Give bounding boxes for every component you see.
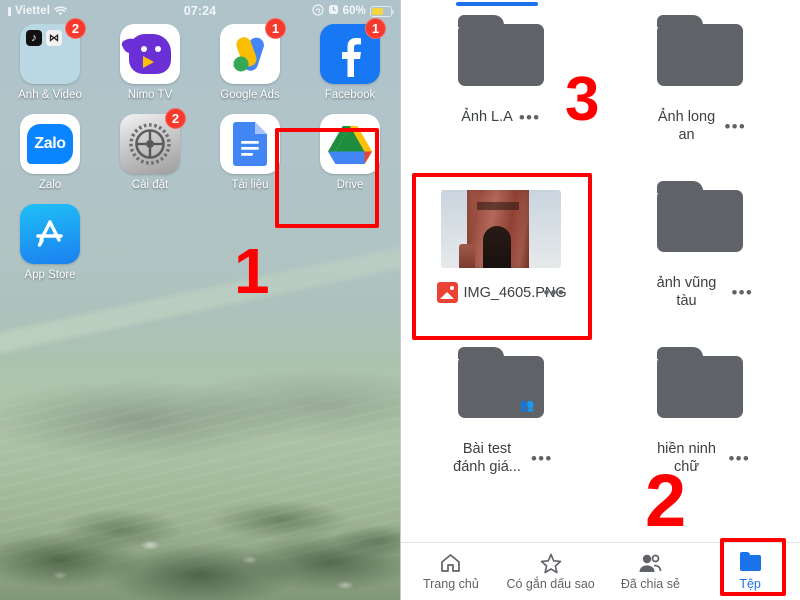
drive-file-grid: Ảnh L.A ••• Ảnh long an ••• IMG_4605.PNG… xyxy=(401,12,800,510)
app-anh-video[interactable]: ♪ ⋈ 2 Ảnh & Video xyxy=(0,18,100,102)
rotation-lock-icon xyxy=(312,3,324,19)
ios-home-screen: Viettel 07:24 60% ♪ ⋈ 2 Ảnh & Video Nimo… xyxy=(0,0,400,600)
grid-item-folder[interactable]: Ảnh long an ••• xyxy=(601,12,800,178)
app-icon-wrap[interactable]: Zalo xyxy=(20,114,80,174)
google-drive-icon[interactable] xyxy=(320,114,380,174)
google-docs-icon[interactable] xyxy=(220,114,280,174)
item-name: IMG_4605.PNG xyxy=(463,284,567,301)
grid-item-folder[interactable]: 👥 Bài test đánh giá... ••• xyxy=(401,344,601,510)
app-icon-wrap[interactable]: 1 xyxy=(320,18,386,84)
item-label-row: Ảnh long an ••• xyxy=(601,108,800,144)
grid-item-image[interactable]: IMG_4605.PNG ••• xyxy=(401,178,601,344)
zalo-icon[interactable]: Zalo xyxy=(20,114,80,174)
grid-item-folder[interactable]: Ảnh L.A ••• xyxy=(401,12,601,178)
app-icon-wrap[interactable]: 2 xyxy=(120,108,186,174)
nav-label: Đã chia sẻ xyxy=(620,577,680,591)
shared-people-icon: 👥 xyxy=(519,398,535,412)
grid-item-folder[interactable]: ảnh vũng tàu ••• xyxy=(601,178,800,344)
app-icon-wrap[interactable]: ♪ ⋈ 2 xyxy=(20,18,86,84)
item-overflow-menu-icon[interactable]: ••• xyxy=(729,450,750,467)
app-cai-dat[interactable]: 2 Cài đặt xyxy=(100,108,200,192)
folder-icon[interactable]: 👥 xyxy=(457,347,544,418)
app-drive[interactable]: Drive xyxy=(300,114,400,192)
people-icon xyxy=(638,552,662,574)
app-store-icon[interactable] xyxy=(20,204,80,264)
app-zalo[interactable]: Zalo Zalo xyxy=(0,114,100,192)
item-name: Ảnh long an xyxy=(657,109,716,143)
home-icon xyxy=(440,552,461,574)
item-name: Bài test đánh giá... xyxy=(453,441,521,475)
screenshot-root: Viettel 07:24 60% ♪ ⋈ 2 Ảnh & Video Nimo… xyxy=(0,0,800,600)
app-icon-wrap[interactable] xyxy=(120,24,180,84)
status-bar: Viettel 07:24 60% xyxy=(0,0,400,22)
item-overflow-menu-icon[interactable]: ••• xyxy=(725,118,746,135)
badge-count: 2 xyxy=(65,18,86,39)
tiktok-icon: ♪ xyxy=(26,30,42,46)
bottom-navigation-bar: Trang chủ Có gắn dấu sao Đã chia sẻ Tệp xyxy=(401,542,800,600)
grid-item-folder[interactable]: hiền ninh chữ ••• xyxy=(601,344,800,510)
battery-percent-label: 60% xyxy=(342,5,366,17)
nav-item-co-gan-dau-sao[interactable]: Có gắn dấu sao xyxy=(501,552,601,591)
item-overflow-menu-icon[interactable]: ••• xyxy=(519,109,540,126)
app-icon-wrap[interactable] xyxy=(20,204,80,264)
alarm-icon xyxy=(328,4,339,18)
folder-mini-icons: ♪ ⋈ xyxy=(26,30,62,46)
app-label: Cài đặt xyxy=(131,179,169,191)
google-drive-app: Ảnh L.A ••• Ảnh long an ••• IMG_4605.PNG… xyxy=(401,0,800,600)
folder-icon xyxy=(739,552,761,574)
item-overflow-menu-icon[interactable]: ••• xyxy=(544,284,565,301)
nav-label: Có gắn dấu sao xyxy=(506,577,595,591)
capcut-icon: ⋈ xyxy=(46,30,62,46)
item-overflow-menu-icon[interactable]: ••• xyxy=(732,284,753,301)
nav-label: Tệp xyxy=(739,577,761,591)
nav-label: Trang chủ xyxy=(422,577,479,591)
panel-divider xyxy=(400,0,401,600)
progress-indicator xyxy=(456,2,538,6)
nav-item-tep[interactable]: Tệp xyxy=(700,552,800,591)
app-label: App Store xyxy=(24,269,76,281)
app-label: Zalo xyxy=(38,179,62,191)
item-name: hiền ninh chữ xyxy=(657,441,716,475)
folder-icon[interactable] xyxy=(657,347,744,418)
item-name: Ảnh L.A xyxy=(461,109,513,125)
app-label: Nimo TV xyxy=(127,89,173,101)
app-label: Google Ads xyxy=(220,89,280,101)
folder-icon[interactable] xyxy=(457,15,544,86)
app-grid: ♪ ⋈ 2 Ảnh & Video Nimo TV 1 Google Ads 1… xyxy=(0,18,400,282)
item-name: ảnh vũng tàu xyxy=(656,275,717,309)
app-label: Drive xyxy=(336,179,364,191)
badge-count: 2 xyxy=(165,108,186,129)
badge-count: 1 xyxy=(265,18,286,39)
app-icon-wrap[interactable] xyxy=(320,114,380,174)
item-overflow-menu-icon[interactable]: ••• xyxy=(531,450,552,467)
app-google-ads[interactable]: 1 Google Ads xyxy=(200,18,300,102)
app-label: Ảnh & Video xyxy=(18,89,82,101)
app-icon-wrap[interactable] xyxy=(220,114,280,174)
nav-item-da-chia-se[interactable]: Đã chia sẻ xyxy=(601,552,701,591)
badge-count: 1 xyxy=(365,18,386,39)
app-app-store[interactable]: App Store xyxy=(0,204,100,282)
image-thumbnail[interactable] xyxy=(440,190,561,268)
app-nimo-tv[interactable]: Nimo TV xyxy=(100,24,200,102)
nimo-tv-icon[interactable] xyxy=(120,24,180,84)
item-label-row: Bài test đánh giá... ••• xyxy=(401,440,601,476)
folder-icon[interactable] xyxy=(657,15,744,86)
app-label: Facebook xyxy=(324,89,376,101)
item-label-row: Ảnh L.A ••• xyxy=(401,108,601,126)
star-icon xyxy=(540,552,562,574)
item-label-row: ảnh vũng tàu ••• xyxy=(601,274,800,310)
nav-item-trang-chu[interactable]: Trang chủ xyxy=(401,552,501,591)
app-icon-wrap[interactable]: 1 xyxy=(220,18,286,84)
status-bar-right: 60% xyxy=(312,3,394,19)
app-facebook[interactable]: 1 Facebook xyxy=(300,18,400,102)
item-label-row: IMG_4605.PNG ••• xyxy=(401,282,601,303)
item-label-row: hiền ninh chữ ••• xyxy=(601,440,800,476)
app-label: Tài liệu xyxy=(231,179,269,191)
folder-icon[interactable] xyxy=(657,181,744,252)
app-tai-lieu[interactable]: Tài liệu xyxy=(200,114,300,192)
battery-icon xyxy=(370,5,394,17)
image-file-icon xyxy=(436,282,458,303)
